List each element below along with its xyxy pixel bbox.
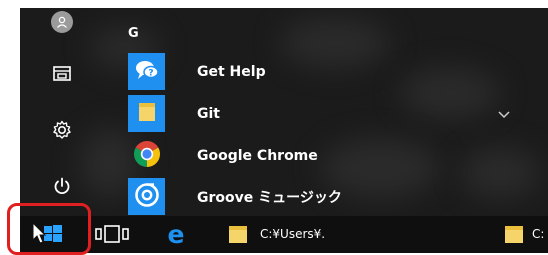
app-label-google-chrome: Google Chrome	[197, 147, 318, 164]
get-help-icon: ?	[133, 58, 161, 86]
folder-icon	[228, 224, 248, 248]
file-explorer-taskbar-button-2[interactable]: C:	[504, 222, 548, 248]
power-icon	[52, 176, 72, 200]
svg-text:e: e	[168, 221, 185, 247]
chrome-tile	[128, 137, 165, 174]
app-label-git: Git	[197, 105, 220, 122]
folder-icon	[504, 224, 524, 248]
app-label-groove-music: Groove ミュージック	[197, 189, 342, 206]
settings-button[interactable]	[47, 117, 77, 147]
task-view-icon	[95, 225, 129, 248]
app-groove-music[interactable]: Groove ミュージック	[128, 178, 548, 215]
file-explorer-window-label-2: C:	[532, 227, 545, 241]
git-tile	[128, 95, 165, 132]
app-git-folder[interactable]: Git	[128, 95, 548, 132]
folder-icon	[136, 101, 158, 127]
edge-icon: e	[162, 220, 190, 251]
groove-music-tile	[128, 178, 165, 215]
screen: G ? Get Help Git Google Chrome Groove ミュ…	[0, 0, 548, 255]
app-get-help[interactable]: ? Get Help	[128, 53, 548, 90]
expand-chevron-icon[interactable]	[498, 104, 510, 123]
app-google-chrome[interactable]: Google Chrome	[128, 137, 548, 174]
user-account-button[interactable]	[47, 7, 77, 37]
get-help-tile: ?	[128, 53, 165, 90]
edge-taskbar-button[interactable]: e	[162, 220, 190, 251]
documents-icon	[52, 64, 72, 86]
svg-text:?: ?	[148, 68, 153, 78]
file-explorer-taskbar-button[interactable]: C:¥Users¥.	[228, 222, 388, 248]
app-label-get-help: Get Help	[197, 63, 266, 80]
groove-music-icon	[134, 182, 160, 212]
settings-icon	[51, 119, 73, 145]
file-explorer-window-label: C:¥Users¥.	[260, 227, 326, 241]
start-button-highlight	[7, 203, 91, 255]
chrome-icon	[132, 139, 162, 173]
power-button[interactable]	[47, 173, 77, 203]
documents-button[interactable]	[47, 60, 77, 90]
task-view-button[interactable]	[95, 224, 129, 248]
user-icon	[51, 11, 73, 33]
section-header-g[interactable]: G	[128, 26, 139, 41]
